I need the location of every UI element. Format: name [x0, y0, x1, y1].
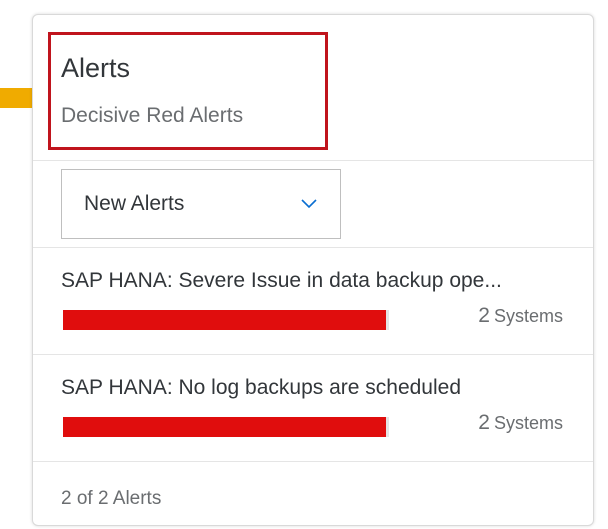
filter-bar: New Alerts	[33, 161, 593, 248]
alert-bar-fill	[63, 310, 386, 330]
alert-count-number: 2	[478, 411, 490, 434]
card-footer: 2 of 2 Alerts	[33, 471, 593, 525]
alert-filter-value: New Alerts	[84, 192, 185, 215]
alert-list-item[interactable]: SAP HANA: No log backups are scheduled 2…	[33, 355, 593, 462]
chevron-down-icon	[301, 199, 317, 209]
alert-text: SAP HANA: No log backups are scheduled	[61, 376, 462, 399]
card-header[interactable]: Alerts Decisive Red Alerts	[33, 15, 593, 161]
alert-count-footer: 2 of 2 Alerts	[61, 488, 162, 509]
alert-bar-track	[63, 417, 389, 437]
alert-count-unit: Systems	[493, 413, 563, 433]
alert-count: 2 Systems	[478, 411, 563, 435]
alert-count-unit: Systems	[493, 306, 563, 326]
alert-bar-track	[63, 310, 389, 330]
alert-text: SAP HANA: Severe Issue in data backup op…	[61, 269, 502, 292]
highlight-box	[48, 32, 328, 150]
alerts-card: Alerts Decisive Red Alerts New Alerts SA…	[32, 14, 594, 526]
alert-filter-select[interactable]: New Alerts	[61, 169, 341, 239]
alert-list-item[interactable]: SAP HANA: Severe Issue in data backup op…	[33, 248, 593, 355]
card-subtitle: Decisive Red Alerts	[61, 104, 244, 127]
alert-count: 2 Systems	[478, 304, 563, 328]
card-title: Alerts	[61, 53, 131, 83]
alert-bar-fill	[63, 417, 386, 437]
alert-count-number: 2	[478, 304, 490, 327]
